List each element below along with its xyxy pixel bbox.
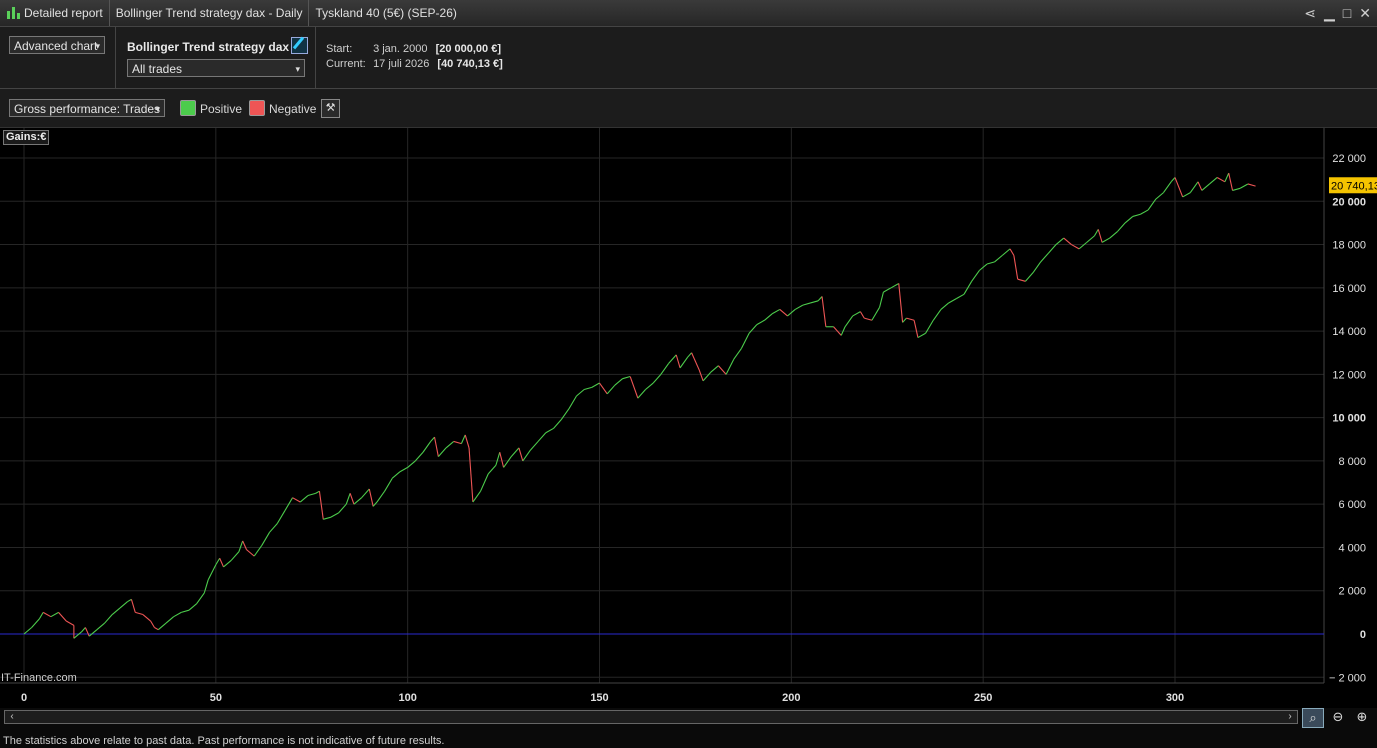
window-controls: ⋖ ▁ □ ✕ [1304, 0, 1371, 26]
scroll-left-icon[interactable]: ‹ [6, 711, 18, 723]
trade-filter-select[interactable]: All trades ▾ [127, 59, 305, 77]
start-label: Start: [326, 43, 353, 55]
x-tick-label: 0 [21, 692, 27, 704]
close-icon[interactable]: ✕ [1359, 5, 1371, 22]
minimize-icon[interactable]: ▁ [1324, 5, 1335, 22]
y-tick-label: 10 000 [1332, 413, 1366, 425]
current-date: 17 juli 2026 [373, 58, 430, 70]
current-amount: [40 740,13 €] [437, 58, 503, 70]
positive-swatch[interactable] [180, 100, 196, 116]
zoom-tools: ⌕ ⊖ ⊕ [1302, 708, 1372, 728]
report-title: Detailed report [0, 0, 110, 26]
y-tick-label: 22 000 [1332, 153, 1366, 165]
y-tick-label: 20 000 [1332, 196, 1366, 208]
zoom-fit-icon[interactable]: ⌕ [1302, 708, 1324, 728]
legend-toolbar: Gross performance: Trades ▾ Positive Neg… [0, 89, 1377, 128]
y-tick-label: 2 000 [1338, 586, 1366, 598]
strategy-toolbar: Advanced chart ▾ Bollinger Trend strateg… [0, 27, 1377, 89]
disclaimer: The statistics above relate to past data… [3, 735, 445, 747]
zoom-in-icon[interactable]: ⊕ [1352, 708, 1372, 726]
last-value-label: 20 740,13 [1331, 180, 1377, 192]
y-tick-label: 12 000 [1332, 369, 1366, 381]
gains-unit-label: Gains:€ [3, 130, 50, 145]
x-tick-label: 150 [590, 692, 608, 704]
chevron-down-icon: ▾ [295, 64, 300, 74]
divider [115, 27, 116, 88]
chart-type-value: Advanced chart [14, 39, 98, 53]
start-date: 3 jan. 2000 [373, 43, 428, 55]
report-label: Detailed report [24, 6, 103, 20]
trade-filter-value: All trades [132, 62, 183, 76]
y-tick-label: 16 000 [1332, 283, 1366, 295]
instrument-tab[interactable]: Tyskland 40 (5€) (SEP-26) [309, 0, 462, 26]
x-tick-label: 300 [1166, 692, 1184, 704]
current-label: Current: [326, 58, 366, 70]
chart-type-select[interactable]: Advanced chart ▾ [9, 36, 105, 54]
y-tick-label: 0 [1360, 629, 1366, 641]
candlestick-icon [6, 6, 20, 20]
title-bar: Detailed report Bollinger Trend strategy… [0, 0, 1377, 27]
chevron-down-icon: ▾ [95, 41, 100, 51]
strategy-name: Bollinger Trend strategy dax [127, 40, 290, 54]
y-tick-label: − 2 000 [1329, 672, 1366, 684]
strategy-tab[interactable]: Bollinger Trend strategy dax - Daily [110, 0, 310, 26]
watermark: IT-Finance.com [1, 672, 77, 684]
y-tick-label: 18 000 [1332, 240, 1366, 252]
chart-svg: 0 50 100 150 200 250 300 − 2 000 0 2 000 4 000 6 00… [0, 128, 1377, 708]
x-tick-label: 250 [974, 692, 992, 704]
performance-chart[interactable]: 0 50 100 150 200 250 300 − 2 000 0 2 000 4 000 6 00… [0, 128, 1377, 708]
divider [315, 27, 316, 88]
scroll-right-icon[interactable]: › [1284, 711, 1296, 723]
performance-mode-value: Gross performance: Trades [14, 102, 161, 116]
x-tick-label: 200 [782, 692, 800, 704]
share-icon[interactable]: ⋖ [1304, 5, 1316, 22]
wrench-icon[interactable]: ⚒ [321, 99, 340, 118]
y-tick-label: 4 000 [1338, 542, 1366, 554]
negative-swatch[interactable] [249, 100, 265, 116]
y-tick-label: 14 000 [1332, 326, 1366, 338]
x-tick-label: 50 [210, 692, 222, 704]
zoom-out-icon[interactable]: ⊖ [1328, 708, 1348, 726]
chevron-down-icon: ▾ [155, 104, 160, 114]
edit-icon[interactable] [291, 37, 308, 54]
y-tick-label: 6 000 [1338, 499, 1366, 511]
negative-label: Negative [269, 102, 317, 116]
horizontal-scrollbar[interactable]: ‹ › [4, 710, 1298, 724]
y-tick-label: 8 000 [1338, 456, 1366, 468]
performance-mode-select[interactable]: Gross performance: Trades ▾ [9, 99, 165, 117]
x-tick-label: 100 [398, 692, 416, 704]
period-info: Start: 3 jan. 2000 [20 000,00 €] Current… [326, 42, 503, 72]
maximize-icon[interactable]: □ [1343, 5, 1351, 21]
start-amount: [20 000,00 €] [435, 43, 501, 55]
positive-label: Positive [200, 102, 243, 116]
